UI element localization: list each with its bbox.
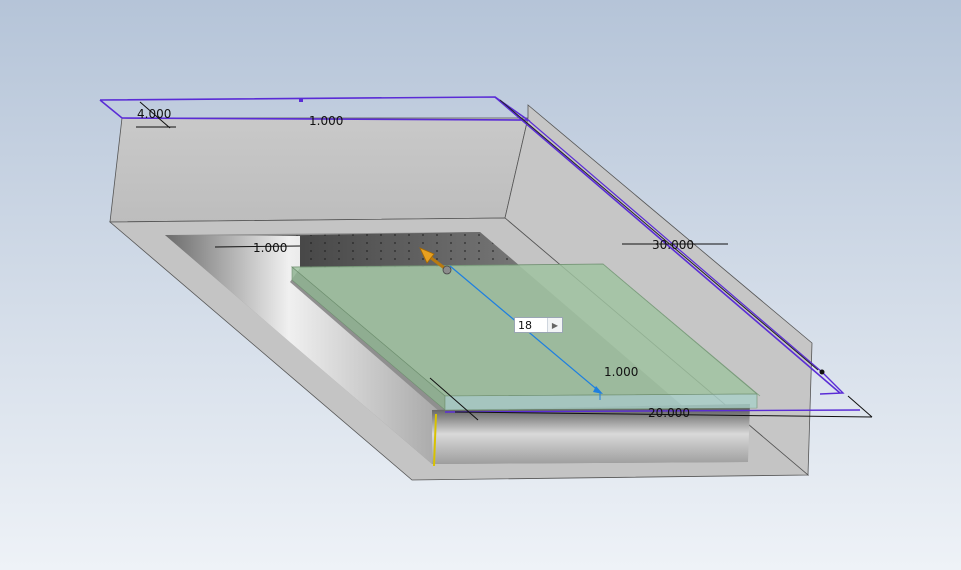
cavity-near-wall <box>432 404 750 464</box>
dim-plate-thickness[interactable]: 1.000 <box>604 366 638 378</box>
distance-value[interactable]: 18 <box>515 319 547 332</box>
dim-top-wall-thickness[interactable]: 1.000 <box>309 115 343 127</box>
distance-value-input[interactable]: 18 ▶ <box>514 317 563 333</box>
dim-wall-height[interactable]: 4.000 <box>137 108 171 120</box>
model-canvas[interactable] <box>0 0 961 570</box>
dim-inner-left-wall[interactable]: 1.000 <box>253 242 287 254</box>
plate-front-preview <box>444 393 758 411</box>
triangle-right-icon[interactable]: ▶ <box>547 318 562 332</box>
front-face <box>109 117 529 223</box>
dim-width[interactable]: 20.000 <box>648 407 690 419</box>
dim-length[interactable]: 30.000 <box>652 239 694 251</box>
3d-viewport[interactable]: 4.000 1.000 1.000 30.000 1.000 20.000 18… <box>0 0 961 570</box>
